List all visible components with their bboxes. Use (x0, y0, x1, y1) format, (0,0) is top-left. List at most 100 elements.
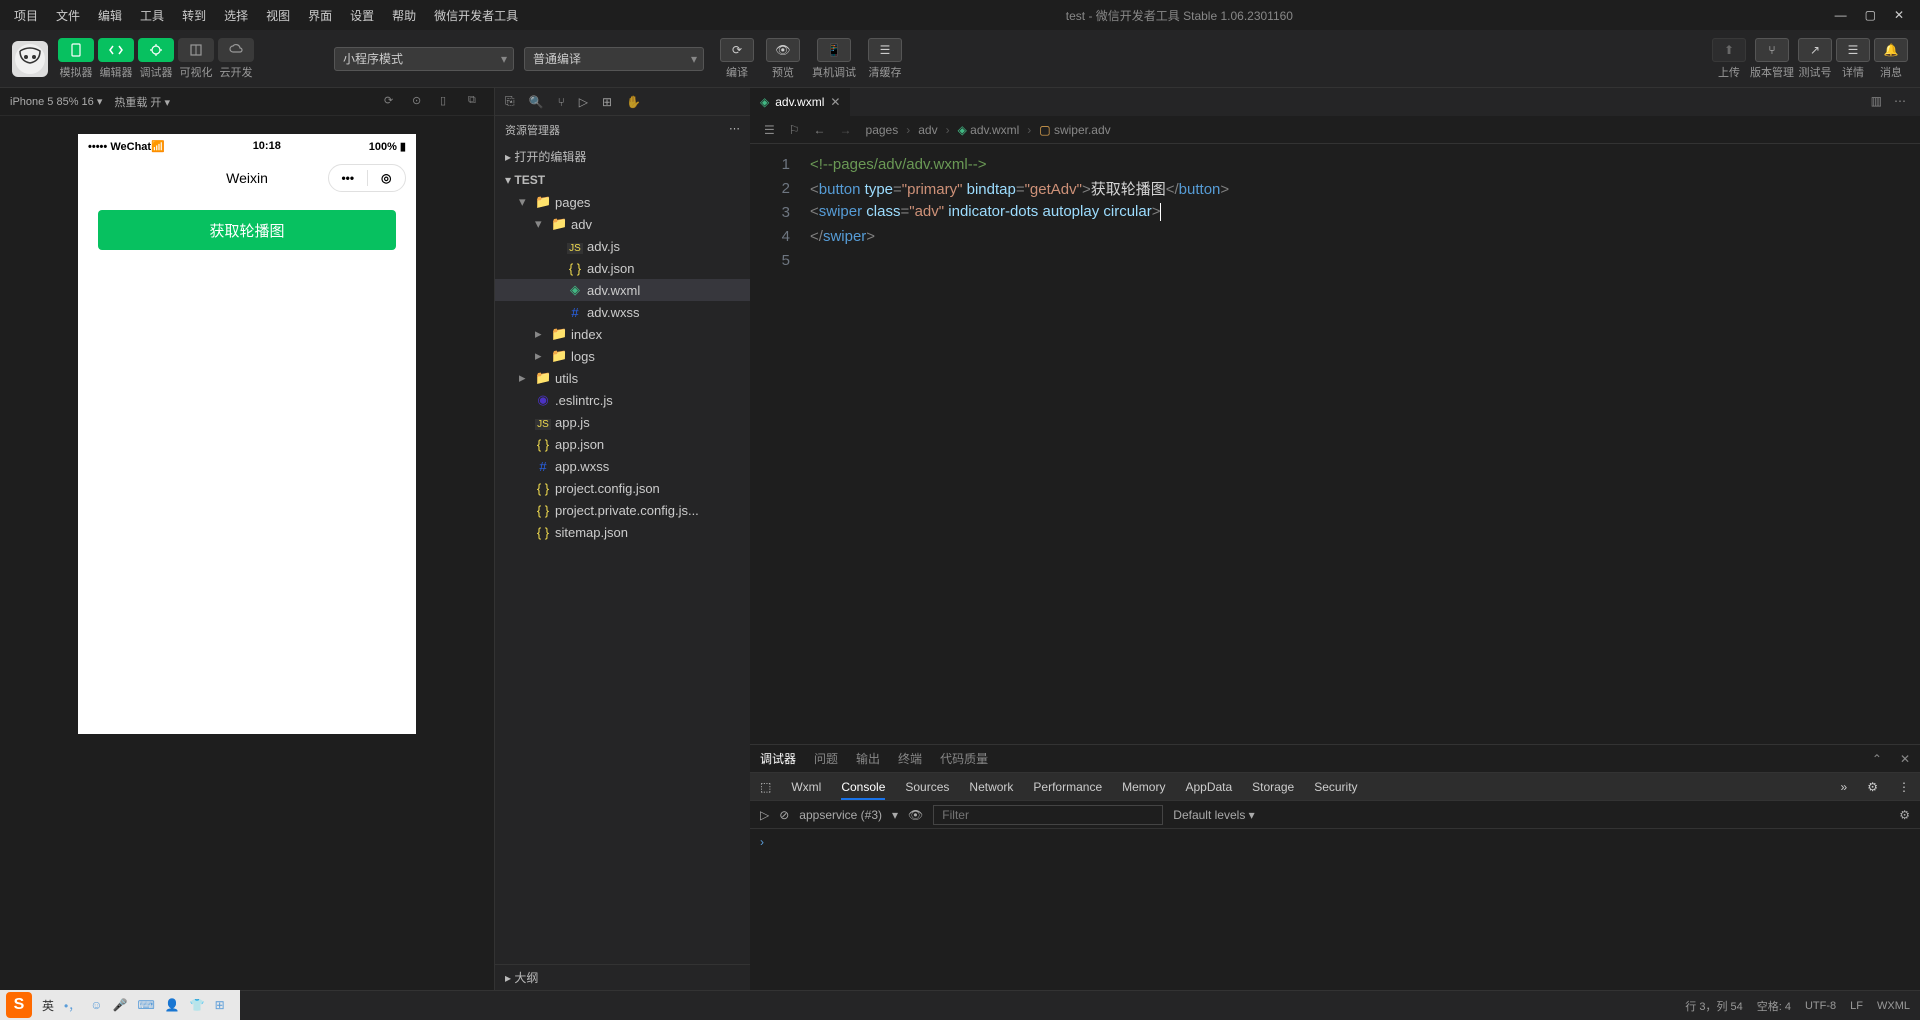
play-icon[interactable]: ▷ (760, 808, 769, 822)
encoding[interactable]: UTF-8 (1805, 1000, 1836, 1012)
gear-icon[interactable]: ⚙ (1867, 780, 1878, 794)
menu-转到[interactable]: 转到 (176, 3, 212, 28)
right-上传[interactable]: ⬆上传 (1712, 38, 1746, 80)
capsule[interactable]: •••◎ (328, 164, 406, 192)
tree-item-index[interactable]: ▸📁index (495, 323, 750, 345)
devtools-more-icon[interactable]: » (1841, 780, 1848, 794)
tree-item-adv.wxss[interactable]: #adv.wxss (495, 301, 750, 323)
debug-icon[interactable]: ▷ (579, 95, 588, 109)
dt-tab2-Network[interactable]: Network (969, 780, 1013, 794)
minimize-icon[interactable]: — (1835, 8, 1847, 22)
split-icon[interactable]: ▥ (1871, 94, 1882, 108)
tree-item-adv.js[interactable]: JSadv.js (495, 235, 750, 257)
filter-input[interactable] (933, 805, 1163, 825)
tree-item-.eslintrc.js[interactable]: ◉.eslintrc.js (495, 389, 750, 411)
tree-item-adv.json[interactable]: { }adv.json (495, 257, 750, 279)
menu-设置[interactable]: 设置 (344, 3, 380, 28)
tree-item-utils[interactable]: ▸📁utils (495, 367, 750, 389)
phone-icon[interactable]: ▯ (440, 94, 456, 110)
dt-tab2-Wxml[interactable]: Wxml (791, 780, 821, 794)
console-output[interactable]: › (750, 829, 1920, 990)
hotreload-select[interactable]: 热重载 开 ▾ (114, 94, 170, 110)
dt-tab2-Console[interactable]: Console (841, 780, 885, 800)
tree-item-logs[interactable]: ▸📁logs (495, 345, 750, 367)
dt-tab-终端[interactable]: 终端 (898, 750, 922, 767)
menu-界面[interactable]: 界面 (302, 3, 338, 28)
more-icon[interactable]: ⋯ (729, 122, 740, 138)
eye-icon[interactable]: 👁 (908, 808, 923, 822)
right-版本管理[interactable]: ⑂版本管理 (1750, 38, 1794, 80)
indent[interactable]: 空格: 4 (1757, 998, 1791, 1014)
open-editors[interactable]: ▸ 打开的编辑器 (495, 144, 750, 169)
fwd-icon[interactable]: → (840, 123, 852, 137)
simulator-button[interactable] (58, 38, 94, 62)
cloud-button[interactable] (218, 38, 254, 62)
tab-more-icon[interactable]: ⋯ (1894, 94, 1906, 108)
dt-tab2-Performance[interactable]: Performance (1033, 780, 1102, 794)
branch-icon[interactable]: ⑂ (558, 95, 565, 109)
editor-button[interactable] (98, 38, 134, 62)
collapse-icon[interactable]: ⌃ (1872, 752, 1882, 766)
devtools-close-icon[interactable]: ✕ (1900, 752, 1910, 766)
inspect-icon[interactable]: ⬚ (760, 780, 771, 794)
action-编译[interactable]: ⟳编译 (720, 38, 754, 80)
screenshot-icon[interactable]: ⧉ (468, 94, 484, 110)
project-root[interactable]: ▾ TEST (495, 169, 750, 191)
bookmark-icon[interactable]: ⚐ (789, 123, 800, 137)
menu-视图[interactable]: 视图 (260, 3, 296, 28)
dt-tab2-Sources[interactable]: Sources (905, 780, 949, 794)
context-select[interactable]: appservice (#3) ▾ (799, 808, 898, 822)
kebab-icon[interactable]: ⋮ (1898, 780, 1910, 794)
hand-icon[interactable]: ✋ (626, 95, 641, 109)
maximize-icon[interactable]: ▢ (1865, 8, 1876, 22)
mode-select[interactable]: 小程序模式 (334, 47, 514, 71)
tree-item-app.json[interactable]: { }app.json (495, 433, 750, 455)
compile-select[interactable]: 普通编译 (524, 47, 704, 71)
extensions-icon[interactable]: ⊞ (602, 95, 612, 109)
menu-编辑[interactable]: 编辑 (92, 3, 128, 28)
dt-tab2-Security[interactable]: Security (1314, 780, 1357, 794)
right-消息[interactable]: 🔔消息 (1874, 38, 1908, 80)
lang-mode[interactable]: WXML (1877, 1000, 1910, 1012)
menu-选择[interactable]: 选择 (218, 3, 254, 28)
action-清缓存[interactable]: ☰清缓存 (868, 38, 902, 80)
list-icon[interactable]: ☰ (764, 123, 775, 137)
right-详情[interactable]: ☰详情 (1836, 38, 1870, 80)
settings-icon[interactable]: ⚙ (1899, 808, 1910, 822)
home-icon[interactable]: ⊙ (412, 94, 428, 110)
tree-item-sitemap.json[interactable]: { }sitemap.json (495, 521, 750, 543)
action-预览[interactable]: 👁预览 (766, 38, 800, 80)
levels-select[interactable]: Default levels ▾ (1173, 808, 1254, 822)
close-icon[interactable]: ✕ (1894, 8, 1904, 22)
back-icon[interactable]: ← (814, 123, 826, 137)
menu-项目[interactable]: 项目 (8, 3, 44, 28)
dt-tab2-Memory[interactable]: Memory (1122, 780, 1165, 794)
tab-close-icon[interactable]: ✕ (830, 95, 840, 109)
debugger-button[interactable] (138, 38, 174, 62)
search-icon[interactable]: 🔍 (529, 95, 544, 109)
dt-tab-问题[interactable]: 问题 (814, 750, 838, 767)
clear-icon[interactable]: ⊘ (779, 808, 789, 822)
cursor-pos[interactable]: 行 3，列 54 (1685, 998, 1742, 1014)
code-editor[interactable]: 1<!--pages/adv/adv.wxml-->2<button type=… (750, 144, 1920, 744)
preview-button[interactable]: 获取轮播图 (98, 210, 396, 250)
tree-item-adv.wxml[interactable]: ◈adv.wxml (495, 279, 750, 301)
tree-item-adv[interactable]: ▾📁adv (495, 213, 750, 235)
eol[interactable]: LF (1850, 1000, 1863, 1012)
outline-section[interactable]: ▸ 大纲 (495, 964, 750, 990)
menu-工具[interactable]: 工具 (134, 3, 170, 28)
device-select[interactable]: iPhone 5 85% 16 ▾ (10, 95, 102, 108)
dt-tab-调试器[interactable]: 调试器 (760, 750, 796, 767)
visual-button[interactable] (178, 38, 214, 62)
tree-item-project.private.config.js...[interactable]: { }project.private.config.js... (495, 499, 750, 521)
files-icon[interactable]: ⎘ (505, 94, 515, 109)
menu-帮助[interactable]: 帮助 (386, 3, 422, 28)
ime-indicator[interactable]: 英 (42, 997, 54, 1014)
breadcrumb[interactable]: pages›adv›◈ adv.wxml›▢ swiper.adv (866, 123, 1111, 137)
dt-tab2-Storage[interactable]: Storage (1252, 780, 1294, 794)
menu-文件[interactable]: 文件 (50, 3, 86, 28)
action-真机调试[interactable]: 📱真机调试 (812, 38, 856, 80)
dt-tab-输出[interactable]: 输出 (856, 750, 880, 767)
editor-tab[interactable]: ◈ adv.wxml ✕ (750, 88, 851, 116)
tree-item-app.wxss[interactable]: #app.wxss (495, 455, 750, 477)
